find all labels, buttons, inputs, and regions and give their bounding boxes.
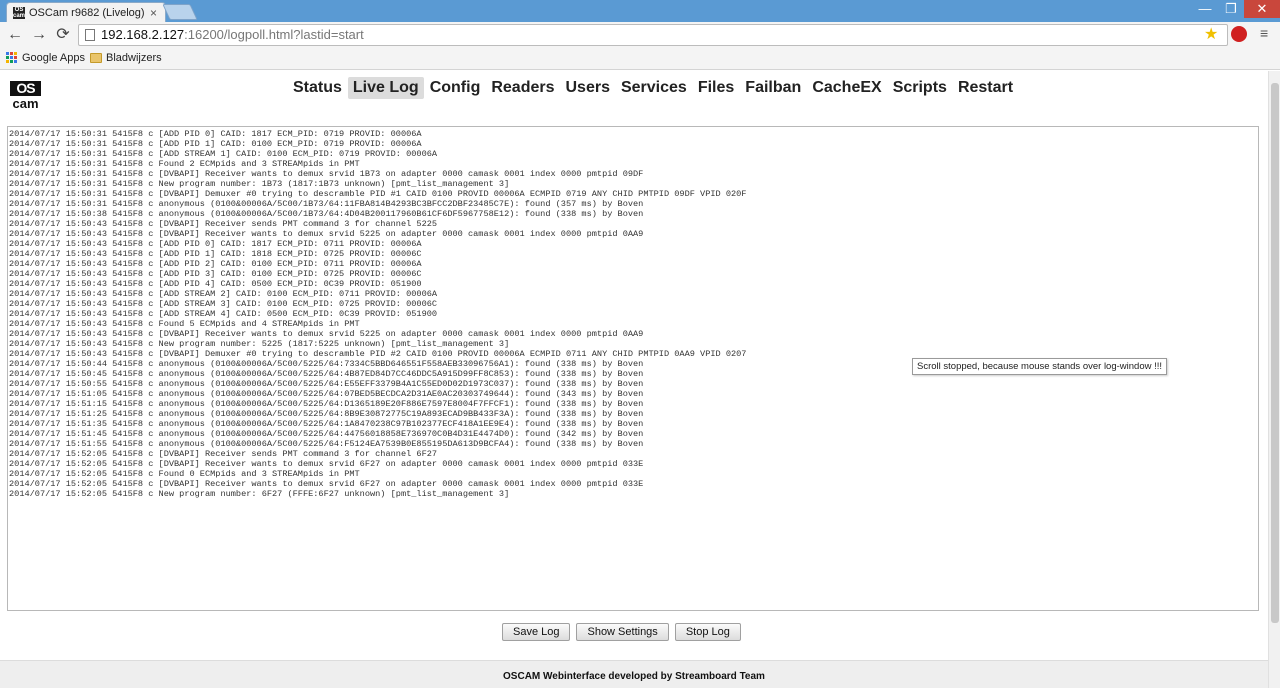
log-line: 2014/07/17 15:50:43 5415F8 c [ADD PID 1]… bbox=[9, 249, 422, 259]
logo-bottom-text: cam bbox=[12, 96, 39, 111]
page-content: OS cam Status Live Log Config Readers Users S… bbox=[0, 71, 1268, 688]
bookmark-label: Google Apps bbox=[22, 52, 85, 64]
browser-titlebar: OS cam OSCam r9682 (Livelog) × — ❐ ✕ bbox=[0, 0, 1280, 22]
forward-arrow-icon[interactable]: → bbox=[30, 26, 48, 44]
browser-tab[interactable]: OS cam OSCam r9682 (Livelog) × bbox=[6, 2, 166, 22]
log-line: 2014/07/17 15:50:43 5415F8 c [DVBAPI] Re… bbox=[9, 219, 438, 229]
log-line: 2014/07/17 15:52:05 5415F8 c Found 0 ECM… bbox=[9, 469, 360, 479]
show-settings-button[interactable]: Show Settings bbox=[576, 623, 669, 641]
log-line: 2014/07/17 15:51:35 5415F8 c anonymous (… bbox=[9, 419, 644, 429]
tab-title: OSCam r9682 (Livelog) bbox=[29, 6, 145, 19]
nav-live-log[interactable]: Live Log bbox=[347, 77, 424, 99]
log-line: 2014/07/17 15:50:43 5415F8 c Found 5 ECM… bbox=[9, 319, 360, 329]
log-line: 2014/07/17 15:50:31 5415F8 c [ADD STREAM… bbox=[9, 149, 438, 159]
log-line: 2014/07/17 15:50:43 5415F8 c [ADD PID 4]… bbox=[9, 279, 422, 289]
bookmark-star-icon[interactable]: ★ bbox=[1204, 24, 1218, 44]
oscam-logo[interactable]: OS cam bbox=[10, 81, 41, 111]
scrollbar-thumb[interactable] bbox=[1271, 83, 1279, 623]
log-line: 2014/07/17 15:50:43 5415F8 c [ADD STREAM… bbox=[9, 289, 438, 299]
log-line: 2014/07/17 15:50:43 5415F8 c [ADD STREAM… bbox=[9, 309, 438, 319]
nav-config[interactable]: Config bbox=[425, 77, 486, 99]
footer-credit: OSCAM Webinterface developed by Streambo… bbox=[503, 671, 765, 682]
nav-restart[interactable]: Restart bbox=[953, 77, 1018, 99]
bookmark-google-apps[interactable]: Google Apps bbox=[6, 52, 85, 64]
log-line: 2014/07/17 15:50:31 5415F8 c New program… bbox=[9, 179, 510, 189]
log-line: 2014/07/17 15:50:43 5415F8 c [DVBAPI] Re… bbox=[9, 329, 644, 339]
browser-toolbar: ← → ⟳ 192.168.2.127:16200/logpoll.html?l… bbox=[0, 22, 1280, 48]
log-line: 2014/07/17 15:50:31 5415F8 c [ADD PID 0]… bbox=[9, 129, 422, 139]
apps-grid-icon bbox=[6, 52, 18, 64]
new-tab-button[interactable] bbox=[162, 4, 198, 20]
log-line: 2014/07/17 15:50:55 5415F8 c anonymous (… bbox=[9, 379, 644, 389]
log-line: 2014/07/17 15:50:31 5415F8 c [ADD PID 1]… bbox=[9, 139, 422, 149]
extension-icon[interactable] bbox=[1231, 26, 1247, 42]
log-line: 2014/07/17 15:50:31 5415F8 c [DVBAPI] De… bbox=[9, 189, 747, 199]
bookmarks-bar: Google Apps Bladwijzers bbox=[0, 48, 1280, 70]
folder-icon bbox=[90, 53, 102, 63]
close-window-button[interactable]: ✕ bbox=[1244, 0, 1280, 18]
log-line: 2014/07/17 15:50:43 5415F8 c [ADD STREAM… bbox=[9, 299, 438, 309]
log-line: 2014/07/17 15:52:05 5415F8 c [DVBAPI] Re… bbox=[9, 459, 644, 469]
log-line: 2014/07/17 15:50:43 5415F8 c [DVBAPI] Re… bbox=[9, 229, 644, 239]
log-line: 2014/07/17 15:50:43 5415F8 c [ADD PID 3]… bbox=[9, 269, 422, 279]
log-line: 2014/07/17 15:51:45 5415F8 c anonymous (… bbox=[9, 429, 644, 439]
log-line: 2014/07/17 15:52:05 5415F8 c [DVBAPI] Re… bbox=[9, 479, 644, 489]
log-line: 2014/07/17 15:51:15 5415F8 c anonymous (… bbox=[9, 399, 644, 409]
log-line: 2014/07/17 15:50:43 5415F8 c [ADD PID 2]… bbox=[9, 259, 422, 269]
nav-failban[interactable]: Failban bbox=[740, 77, 806, 99]
log-line: 2014/07/17 15:52:05 5415F8 c [DVBAPI] Re… bbox=[9, 449, 438, 459]
log-line: 2014/07/17 15:51:05 5415F8 c anonymous (… bbox=[9, 389, 644, 399]
address-path: :16200/logpoll.html?lastid=start bbox=[184, 27, 364, 42]
log-line: 2014/07/17 15:50:43 5415F8 c [ADD PID 0]… bbox=[9, 239, 422, 249]
page-scrollbar[interactable] bbox=[1268, 71, 1280, 688]
nav-status[interactable]: Status bbox=[288, 77, 347, 99]
log-line: 2014/07/17 15:50:31 5415F8 c [DVBAPI] Re… bbox=[9, 169, 644, 179]
page-icon bbox=[85, 29, 95, 41]
log-line: 2014/07/17 15:51:25 5415F8 c anonymous (… bbox=[9, 409, 644, 419]
log-line: 2014/07/17 15:50:43 5415F8 c New program… bbox=[9, 339, 510, 349]
log-line: 2014/07/17 15:52:05 5415F8 c New program… bbox=[9, 489, 510, 499]
main-navigation: Status Live Log Config Readers Users Services… bbox=[288, 77, 1019, 99]
minimize-button[interactable]: — bbox=[1192, 0, 1218, 18]
log-line: 2014/07/17 15:50:31 5415F8 c Found 2 ECM… bbox=[9, 159, 360, 169]
tab-close-icon[interactable]: × bbox=[150, 6, 157, 20]
log-line: 2014/07/17 15:51:55 5415F8 c anonymous (… bbox=[9, 439, 644, 449]
address-host: 192.168.2.127 bbox=[101, 27, 185, 42]
stop-log-button[interactable]: Stop Log bbox=[674, 623, 741, 641]
maximize-button[interactable]: ❐ bbox=[1218, 0, 1244, 18]
log-controls: Save Log Show Settings Stop Log bbox=[502, 623, 747, 641]
nav-services[interactable]: Services bbox=[616, 77, 692, 99]
save-log-button[interactable]: Save Log bbox=[502, 623, 571, 641]
reload-icon[interactable]: ⟳ bbox=[54, 26, 72, 44]
logo-top-text: OS bbox=[10, 81, 41, 96]
bookmark-label: Bladwijzers bbox=[106, 52, 162, 64]
oscam-favicon-icon: OS cam bbox=[13, 6, 26, 19]
nav-files[interactable]: Files bbox=[693, 77, 739, 99]
back-arrow-icon[interactable]: ← bbox=[6, 26, 24, 44]
nav-users[interactable]: Users bbox=[561, 77, 615, 99]
nav-cacheex[interactable]: CacheEX bbox=[807, 77, 886, 99]
nav-readers[interactable]: Readers bbox=[486, 77, 559, 99]
address-bar[interactable]: 192.168.2.127:16200/logpoll.html?lastid=… bbox=[78, 24, 1228, 46]
footer: OSCAM Webinterface developed by Streambo… bbox=[0, 660, 1268, 688]
log-line: 2014/07/17 15:50:31 5415F8 c anonymous (… bbox=[9, 199, 644, 209]
log-line: 2014/07/17 15:50:38 5415F8 c anonymous (… bbox=[9, 209, 644, 219]
bookmark-folder-bladwijzers[interactable]: Bladwijzers bbox=[90, 52, 162, 64]
scroll-stopped-tooltip: Scroll stopped, because mouse stands ove… bbox=[912, 358, 1168, 375]
browser-menu-icon[interactable]: ≡ bbox=[1260, 25, 1268, 41]
nav-scripts[interactable]: Scripts bbox=[888, 77, 952, 99]
